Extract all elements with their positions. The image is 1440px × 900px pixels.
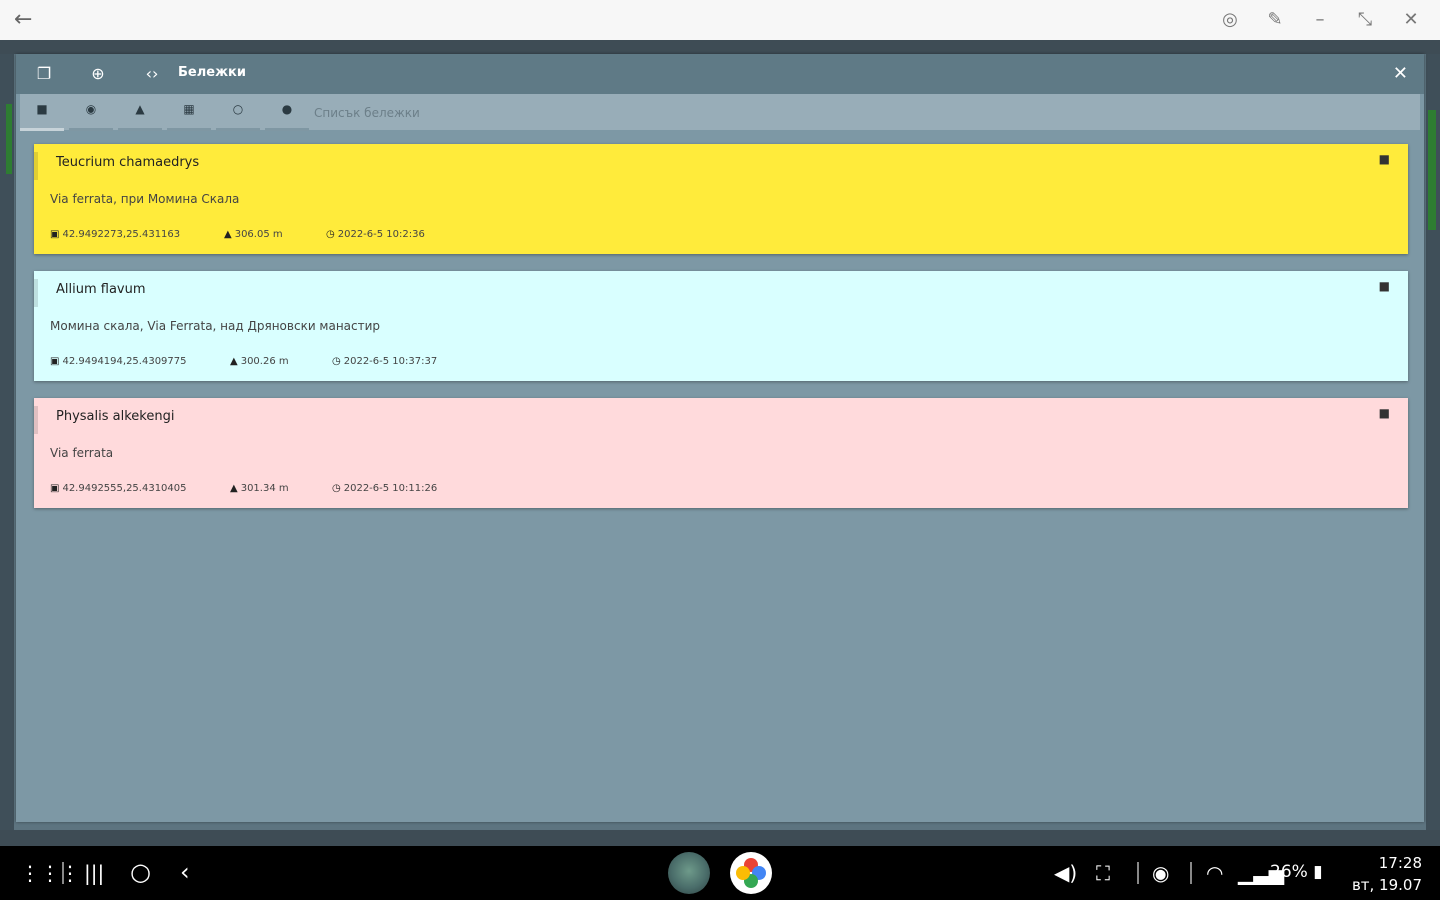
- tab-search[interactable]: ○: [216, 94, 260, 131]
- clock-icon: ◷: [326, 229, 335, 240]
- screen-capture-icon[interactable]: ⛶: [1096, 861, 1110, 885]
- top-bar: ← ◎ ✎ – ⤡ ✕: [0, 0, 1440, 40]
- gallery-app-icon[interactable]: [668, 852, 710, 894]
- altitude-text: 301.34 m: [240, 483, 289, 494]
- system-bar: ⋮⋮⋮ ||| ○ ‹ ◀) ⛶ ◉ ◠ ▁▃▅: [0, 846, 1440, 900]
- search-icon: ○: [232, 102, 244, 116]
- background-bottom: [0, 830, 1440, 846]
- note-coords: ▣ 42.9494194,25.4309775: [50, 356, 187, 367]
- battery-text: 26%: [1270, 862, 1308, 882]
- datetime-text: 2022-6-5 10:37:37: [343, 356, 438, 367]
- note-card[interactable]: Teucrium chamaedrys ■ Via ferrata, при М…: [34, 144, 1408, 254]
- notification-icon[interactable]: ◉: [1152, 861, 1169, 885]
- tab-altitude[interactable]: ▲: [118, 94, 162, 131]
- map-icon: ▣: [50, 483, 60, 494]
- note-card[interactable]: Allium flavum ■ Момина скала, Via Ferrat…: [34, 271, 1408, 381]
- note-pin-icon[interactable]: ■: [1379, 406, 1390, 420]
- coords-text: 42.9494194,25.4309775: [62, 356, 187, 367]
- map-icon: ▣: [50, 356, 60, 367]
- window-titlebar: ❐ ⊕ ‹› Бележки ✕: [16, 54, 1424, 94]
- tab-calendar[interactable]: ▦: [167, 94, 211, 131]
- volume-icon[interactable]: ◀): [1054, 861, 1077, 885]
- background-right: [1426, 54, 1440, 830]
- window-title: Бележки: [178, 65, 246, 80]
- screenshot-icon[interactable]: ◎: [1218, 8, 1242, 32]
- mountain-icon: ▲: [224, 229, 232, 240]
- map-icon: ▣: [50, 229, 60, 240]
- tab-settings[interactable]: ●: [265, 94, 309, 131]
- home-icon[interactable]: ○: [130, 860, 151, 884]
- note-description: Via ferrata, при Момина Скала: [50, 192, 240, 206]
- altitude-text: 306.05 m: [234, 229, 283, 240]
- datetime-text: 2022-6-5 10:2:36: [337, 229, 425, 240]
- altitude-text: 300.26 m: [240, 356, 289, 367]
- background-left: [0, 54, 14, 830]
- note-card[interactable]: Physalis alkekengi ■ Via ferrata ▣ 42.949…: [34, 398, 1408, 508]
- note-icon: ■: [36, 102, 48, 116]
- notes-window: ❐ ⊕ ‹› Бележки ✕ ■ ◉ ▲ ▦ ○ ● Teucrium ch…: [16, 54, 1424, 822]
- clock-time: 17:28: [1378, 854, 1422, 872]
- add-circle-icon[interactable]: ⊕: [88, 64, 108, 84]
- background-strip: [0, 40, 1440, 54]
- pin-icon[interactable]: ✎: [1263, 8, 1287, 32]
- minimize-icon[interactable]: –: [1308, 8, 1332, 32]
- toolbar: ■ ◉ ▲ ▦ ○ ●: [20, 94, 1420, 131]
- search-input[interactable]: [312, 103, 716, 123]
- apps-grid-icon[interactable]: ⋮⋮⋮: [20, 861, 80, 885]
- mountain-icon: ▲: [135, 102, 145, 116]
- battery-level: 26% ▮: [1270, 862, 1323, 882]
- note-title: Allium flavum: [56, 282, 146, 297]
- separator: [1137, 862, 1139, 884]
- note-coords: ▣ 42.9492273,25.431163: [50, 229, 180, 240]
- wifi-icon: ◠: [1206, 861, 1224, 885]
- note-altitude: ▲ 300.26 m: [230, 356, 289, 367]
- note-title: Physalis alkekengi: [56, 409, 175, 424]
- note-description: Момина скала, Via Ferrata, над Дряновски…: [50, 319, 381, 333]
- mountain-icon: ▲: [230, 483, 238, 494]
- coords-text: 42.9492555,25.4310405: [62, 483, 187, 494]
- note-altitude: ▲ 306.05 m: [224, 229, 283, 240]
- recents-icon[interactable]: |||: [84, 861, 104, 885]
- note-title: Teucrium chamaedrys: [56, 155, 200, 170]
- close-icon[interactable]: ✕: [1393, 64, 1408, 84]
- calendar-icon: ▦: [183, 102, 195, 116]
- clock-icon: ◷: [332, 356, 341, 367]
- tab-location[interactable]: ◉: [69, 94, 113, 131]
- note-description: Via ferrata: [50, 446, 114, 460]
- mountain-icon: ▲: [230, 356, 238, 367]
- gear-icon: ●: [281, 102, 293, 116]
- note-datetime: ◷ 2022-6-5 10:11:26: [332, 483, 437, 494]
- note-pin-icon[interactable]: ■: [1379, 152, 1390, 166]
- photos-app-icon[interactable]: [730, 852, 772, 894]
- code-icon[interactable]: ‹›: [142, 64, 162, 84]
- note-datetime: ◷ 2022-6-5 10:37:37: [332, 356, 437, 367]
- coords-text: 42.9492273,25.431163: [62, 229, 181, 240]
- copy-icon[interactable]: ❐: [34, 64, 54, 84]
- location-icon: ◉: [85, 102, 97, 116]
- clock: 17:28 вт, 19.07: [1352, 852, 1422, 896]
- note-datetime: ◷ 2022-6-5 10:2:36: [326, 229, 425, 240]
- separator: [62, 862, 64, 884]
- tab-notes[interactable]: ■: [20, 94, 64, 131]
- back-icon[interactable]: ‹: [180, 860, 190, 884]
- restore-icon[interactable]: ⤡: [1353, 8, 1377, 32]
- clock-icon: ◷: [332, 483, 341, 494]
- note-pin-icon[interactable]: ■: [1379, 279, 1390, 293]
- clock-date: вт, 19.07: [1351, 876, 1422, 894]
- separator: [1190, 862, 1192, 884]
- note-coords: ▣ 42.9492555,25.4310405: [50, 483, 187, 494]
- close-window-icon[interactable]: ✕: [1399, 8, 1423, 32]
- datetime-text: 2022-6-5 10:11:26: [343, 483, 438, 494]
- back-arrow-icon[interactable]: ←: [14, 8, 32, 32]
- note-altitude: ▲ 301.34 m: [230, 483, 289, 494]
